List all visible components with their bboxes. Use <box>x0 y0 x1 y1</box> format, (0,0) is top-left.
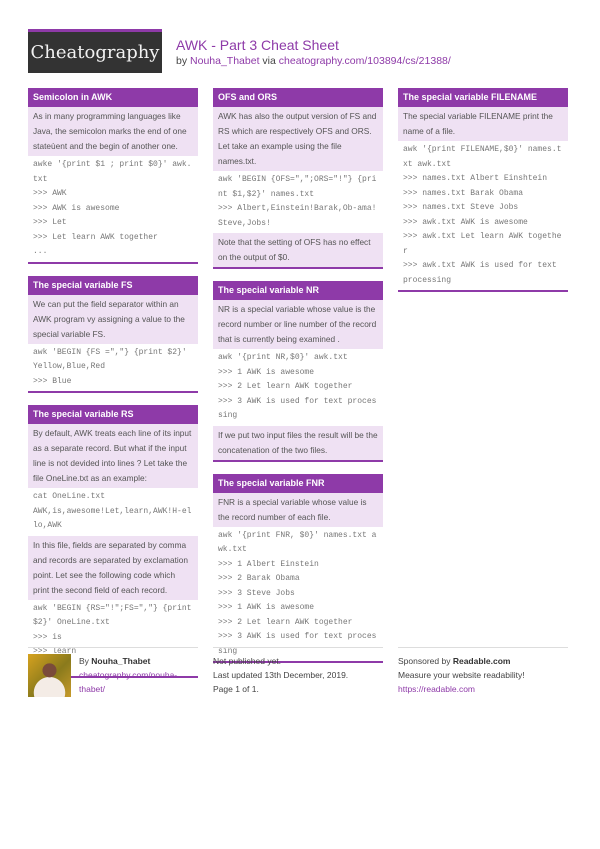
block-description: We can put the field separator within an… <box>28 294 198 344</box>
page-title: AWK - Part 3 Cheat Sheet <box>176 37 339 53</box>
footer-sponsor: Sponsored by Readable.com Measure your w… <box>398 647 568 696</box>
block-title: OFS and ORS <box>213 88 383 107</box>
sponsor-tagline: Measure your website readability! <box>398 670 525 680</box>
sponsored-label: Sponsored by <box>398 656 451 666</box>
block-description: In this file, fields are separated by co… <box>28 535 198 600</box>
block-filename: The special variable FILENAME The specia… <box>398 88 568 292</box>
last-updated: Last updated 13th December, 2019. <box>213 670 349 680</box>
block-title: The special variable FS <box>28 275 198 295</box>
block-rs: The special variable RS By default, AWK … <box>28 405 198 678</box>
footer-info: Not published yet. Last updated 13th Dec… <box>213 647 383 696</box>
by-label: By <box>79 656 89 666</box>
block-fs: The special variable FS We can put the f… <box>28 275 198 393</box>
publish-status: Not published yet. <box>213 656 282 666</box>
cheatography-logo[interactable]: Cheatography <box>28 29 162 73</box>
page-number: Page 1 of 1. <box>213 684 259 694</box>
sponsor-link[interactable]: https://readable.com <box>398 682 568 696</box>
via-label: via <box>262 55 276 67</box>
sponsor-name: Readable.com <box>452 656 511 666</box>
block-nr: The special variable NR NR is a special … <box>213 281 383 462</box>
author-name: Nouha_Thabet <box>91 656 151 666</box>
column-3: The special variable FILENAME The specia… <box>398 88 568 304</box>
block-ofs-ors: OFS and ORS AWK has also the output vers… <box>213 88 383 269</box>
block-semicolon: Semicolon in AWK As in many programming … <box>28 88 198 264</box>
author-link[interactable]: Nouha_Thabet <box>190 55 259 67</box>
by-label: by <box>176 55 188 67</box>
block-title: The special variable NR <box>213 281 383 300</box>
code-example: awk '{print FILENAME,$0}' names.txt awk.… <box>398 141 568 290</box>
author-profile-link[interactable]: cheatography.com/nouha-thabet/ <box>79 668 198 696</box>
code-example: awke '{print $1 ; print $0}' awk.txt >>>… <box>28 156 198 262</box>
block-description: By default, AWK treats each line of its … <box>28 424 198 488</box>
code-example: awk 'BEGIN {OFS=",";ORS="!"} {print $1,$… <box>213 171 383 233</box>
block-title: Semicolon in AWK <box>28 88 198 107</box>
block-note: If we put two input files the result wil… <box>213 425 383 460</box>
block-fnr: The special variable FNR FNR is a specia… <box>213 473 383 663</box>
column-2: OFS and ORS AWK has also the output vers… <box>213 88 383 675</box>
sheet-url-link[interactable]: cheatography.com/103894/cs/21388/ <box>279 55 451 67</box>
code-example: awk '{print NR,$0}' awk.txt >>> 1 AWK is… <box>213 349 383 426</box>
block-title: The special variable RS <box>28 405 198 424</box>
block-description: AWK has also the output version of FS an… <box>213 107 383 171</box>
code-example: awk '{print FNR, $0}' names.txt awk.txt … <box>213 526 383 661</box>
footer-author: By Nouha_Thabet cheatography.com/nouha-t… <box>28 647 198 697</box>
author-avatar[interactable] <box>28 654 71 697</box>
block-description: The special variable FILENAME print the … <box>398 107 568 141</box>
block-note: Note that the setting of OFS has no effe… <box>213 233 383 267</box>
code-example: awk 'BEGIN {FS =","} {print $2}' Yellow,… <box>28 343 198 391</box>
block-description: As in many programming languages like Ja… <box>28 107 198 156</box>
block-title: The special variable FNR <box>213 473 383 493</box>
column-1: Semicolon in AWK As in many programming … <box>28 88 198 690</box>
byline: by Nouha_Thabet via cheatography.com/103… <box>176 54 451 69</box>
block-title: The special variable FILENAME <box>398 88 568 107</box>
code-example: cat OneLine.txt AWK,is,awesome!Let,learn… <box>28 488 198 536</box>
block-description: NR is a special variable whose value is … <box>213 300 383 349</box>
header: AWK - Part 3 Cheat Sheet by Nouha_Thabet… <box>176 37 451 69</box>
block-description: FNR is a special variable whose value is… <box>213 492 383 527</box>
